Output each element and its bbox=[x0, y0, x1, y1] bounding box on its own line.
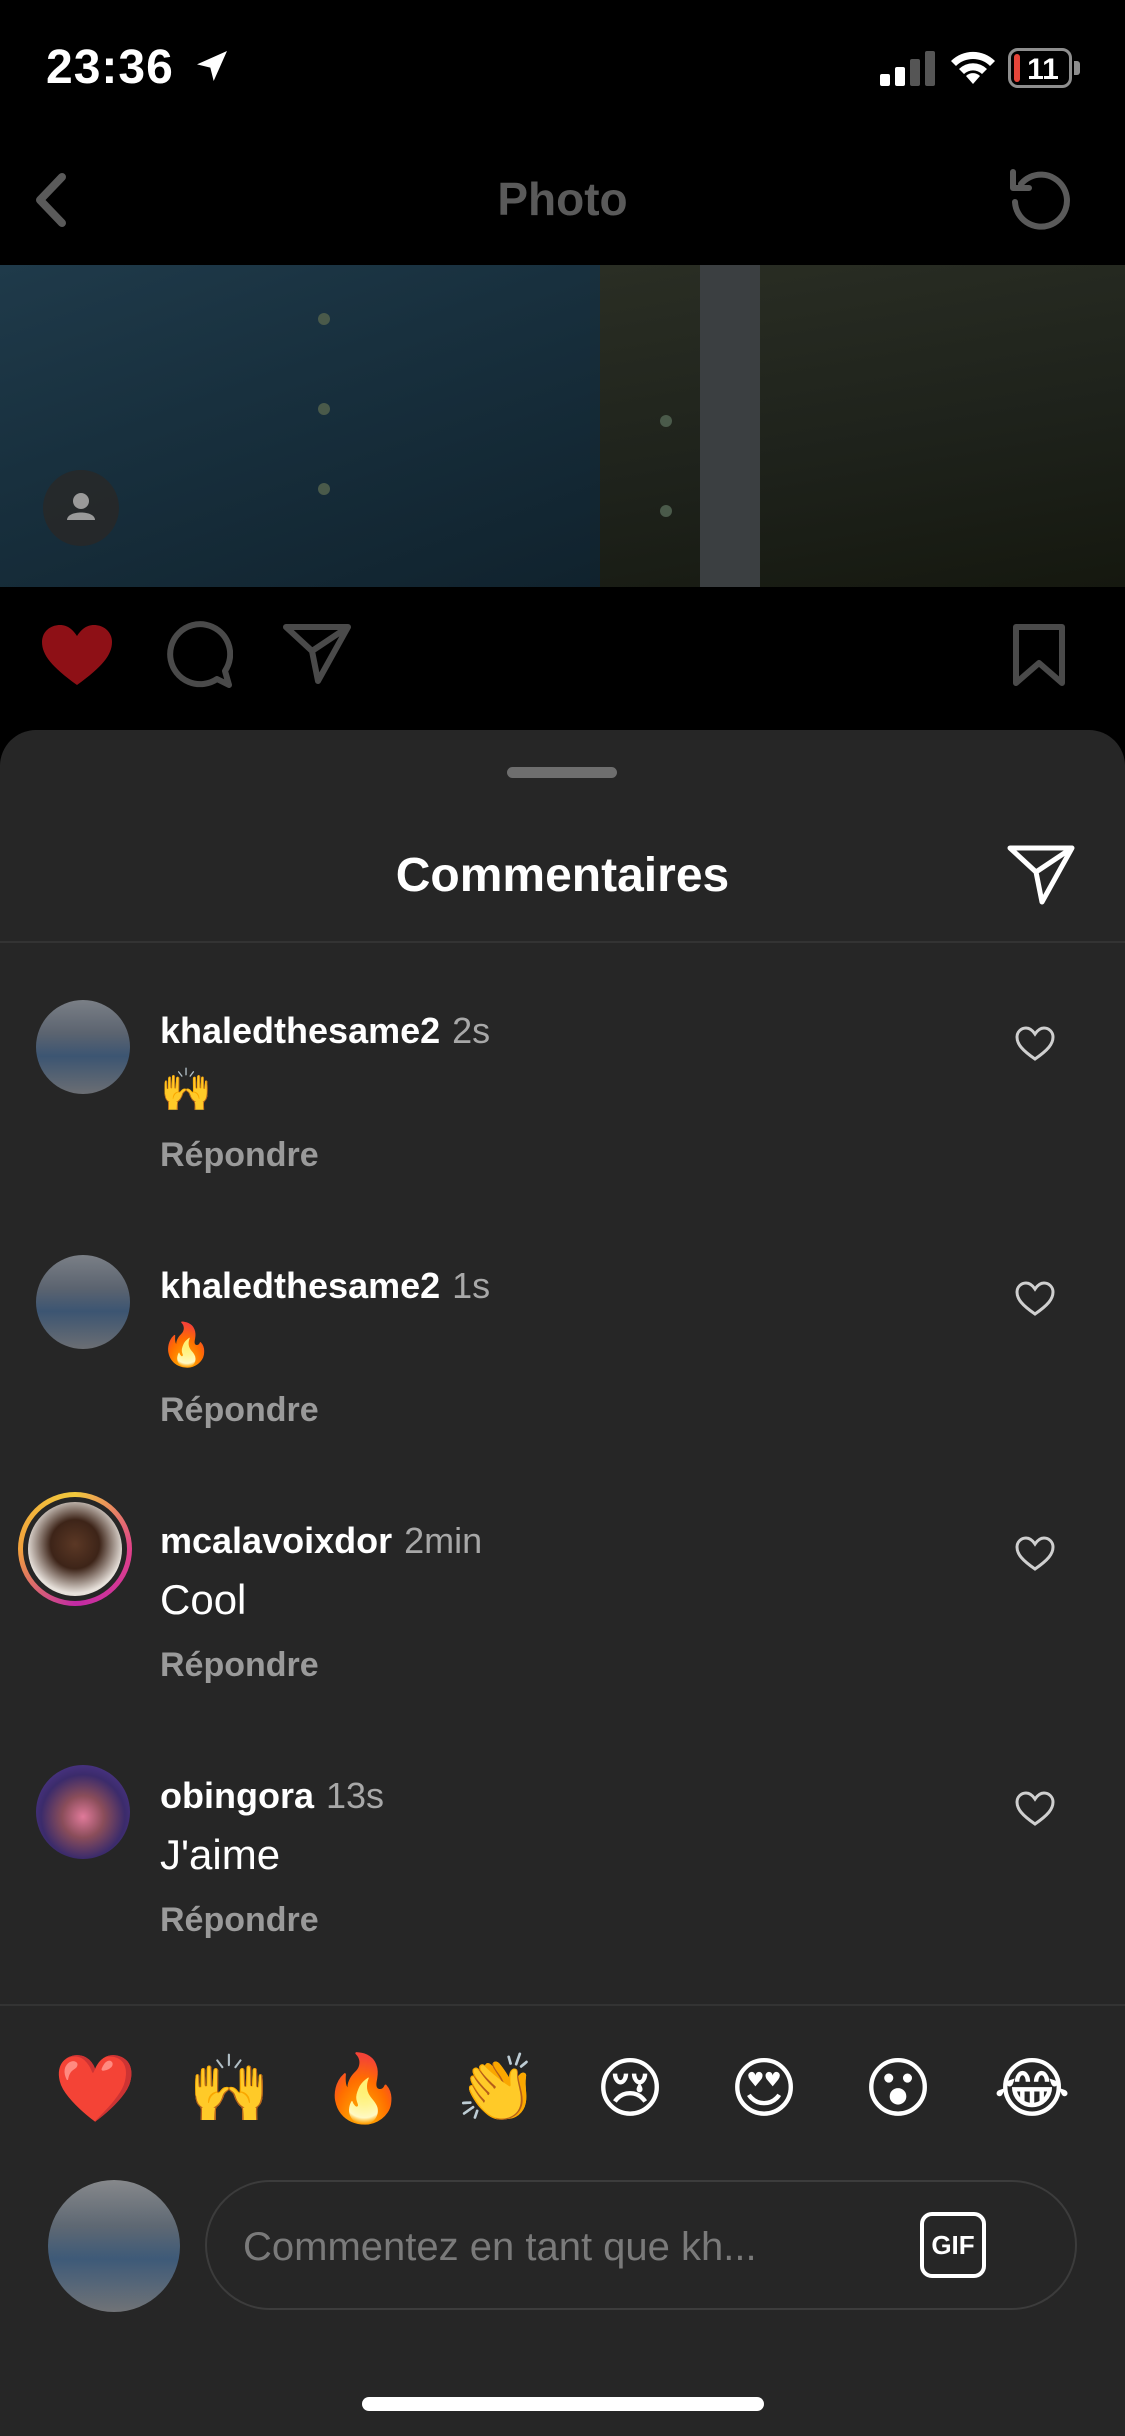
quick-emoji-heart[interactable]: ❤️ bbox=[54, 2048, 136, 2128]
heart-outline-icon[interactable] bbox=[1015, 1536, 1055, 1572]
comment-header: khaledthesame2 1s bbox=[160, 1265, 490, 1307]
comment-time: 13s bbox=[325, 1775, 385, 1816]
comment-time: 2min bbox=[404, 1520, 483, 1561]
comment-header: mcalavoixdor 2min bbox=[160, 1520, 482, 1562]
post-actions bbox=[0, 587, 1125, 727]
gif-button[interactable]: GIF bbox=[920, 2212, 986, 2278]
comment-bubble-icon[interactable] bbox=[165, 621, 233, 689]
heart-outline-icon[interactable] bbox=[1015, 1281, 1055, 1317]
reply-button[interactable]: Répondre bbox=[160, 1646, 319, 1685]
comment-text: Cool bbox=[160, 1576, 247, 1623]
comment-text: 🔥 bbox=[160, 1321, 213, 1368]
location-arrow-icon bbox=[197, 51, 227, 81]
sheet-grabber[interactable] bbox=[507, 767, 617, 778]
comment-text: 🙌 bbox=[160, 1066, 213, 1113]
status-time: 23:36 bbox=[46, 41, 174, 94]
page-title: Photo bbox=[497, 173, 628, 225]
avatar bbox=[28, 1502, 122, 1596]
quick-emoji-row: ❤️ 🙌 🔥 👏 😢 😍 😮 😂 bbox=[0, 2048, 1125, 2128]
comment-item: obingora 13s J'aime Répondre bbox=[0, 1753, 1125, 1983]
quick-emoji-surprised[interactable]: 😮 bbox=[858, 2048, 938, 2128]
quick-emoji-clap[interactable]: 👏 bbox=[456, 2048, 538, 2128]
post-photo[interactable] bbox=[0, 265, 1125, 587]
quick-emoji-fire[interactable]: 🔥 bbox=[322, 2048, 404, 2128]
quick-emoji-raised-hands[interactable]: 🙌 bbox=[188, 2048, 270, 2128]
avatar[interactable] bbox=[36, 1255, 130, 1349]
avatar-story-ring[interactable] bbox=[18, 1492, 132, 1606]
comment-input[interactable] bbox=[243, 2216, 883, 2278]
quick-emoji-cry[interactable]: 😢 bbox=[590, 2048, 670, 2128]
comment-composer[interactable]: GIF bbox=[205, 2180, 1077, 2310]
divider bbox=[0, 941, 1125, 943]
comment-username[interactable]: mcalavoixdor bbox=[160, 1520, 392, 1561]
comment-text: J'aime bbox=[160, 1831, 281, 1878]
avatar[interactable] bbox=[36, 1000, 130, 1094]
cellular-signal-icon bbox=[880, 51, 935, 86]
comment-header: khaledthesame2 2s bbox=[160, 1010, 490, 1052]
reply-button[interactable]: Répondre bbox=[160, 1391, 319, 1430]
heart-outline-icon[interactable] bbox=[1015, 1026, 1055, 1062]
comment-username[interactable]: khaledthesame2 bbox=[160, 1010, 440, 1051]
current-user-avatar bbox=[48, 2180, 180, 2312]
comment-item: mcalavoixdor 2min Cool Répondre bbox=[0, 1492, 1125, 1728]
battery-indicator: 11 bbox=[1008, 48, 1080, 88]
avatar[interactable] bbox=[36, 1765, 130, 1859]
home-indicator[interactable] bbox=[362, 2397, 764, 2411]
heart-filled-icon[interactable] bbox=[40, 623, 114, 689]
heart-outline-icon[interactable] bbox=[1015, 1791, 1055, 1827]
share-send-icon[interactable] bbox=[282, 621, 352, 685]
wifi-icon bbox=[951, 51, 995, 84]
comment-header: obingora 13s bbox=[160, 1775, 384, 1817]
battery-percent: 11 bbox=[1027, 53, 1059, 86]
divider bbox=[0, 2004, 1125, 2006]
person-icon bbox=[67, 493, 95, 520]
tagged-users-button[interactable] bbox=[43, 470, 119, 546]
nav-bar: Photo bbox=[0, 130, 1125, 265]
comment-username[interactable]: obingora bbox=[160, 1775, 314, 1816]
quick-emoji-heart-eyes[interactable]: 😍 bbox=[724, 2048, 804, 2128]
bookmark-icon[interactable] bbox=[1010, 623, 1068, 687]
reply-button[interactable]: Répondre bbox=[160, 1136, 319, 1175]
refresh-icon[interactable] bbox=[1003, 162, 1077, 236]
comment-item: khaledthesame2 1s 🔥 Répondre bbox=[0, 1243, 1125, 1473]
comment-username[interactable]: khaledthesame2 bbox=[160, 1265, 440, 1306]
quick-emoji-laughing[interactable]: 😂 bbox=[992, 2048, 1072, 2128]
comment-time: 2s bbox=[452, 1010, 491, 1051]
reply-button[interactable]: Répondre bbox=[160, 1901, 319, 1940]
sheet-title: Commentaires bbox=[395, 849, 730, 902]
share-send-icon[interactable] bbox=[1006, 842, 1076, 906]
comment-item: khaledthesame2 2s 🙌 Répondre bbox=[0, 988, 1125, 1218]
status-bar: 23:36 11 bbox=[0, 0, 1125, 130]
comment-time: 1s bbox=[452, 1265, 491, 1306]
